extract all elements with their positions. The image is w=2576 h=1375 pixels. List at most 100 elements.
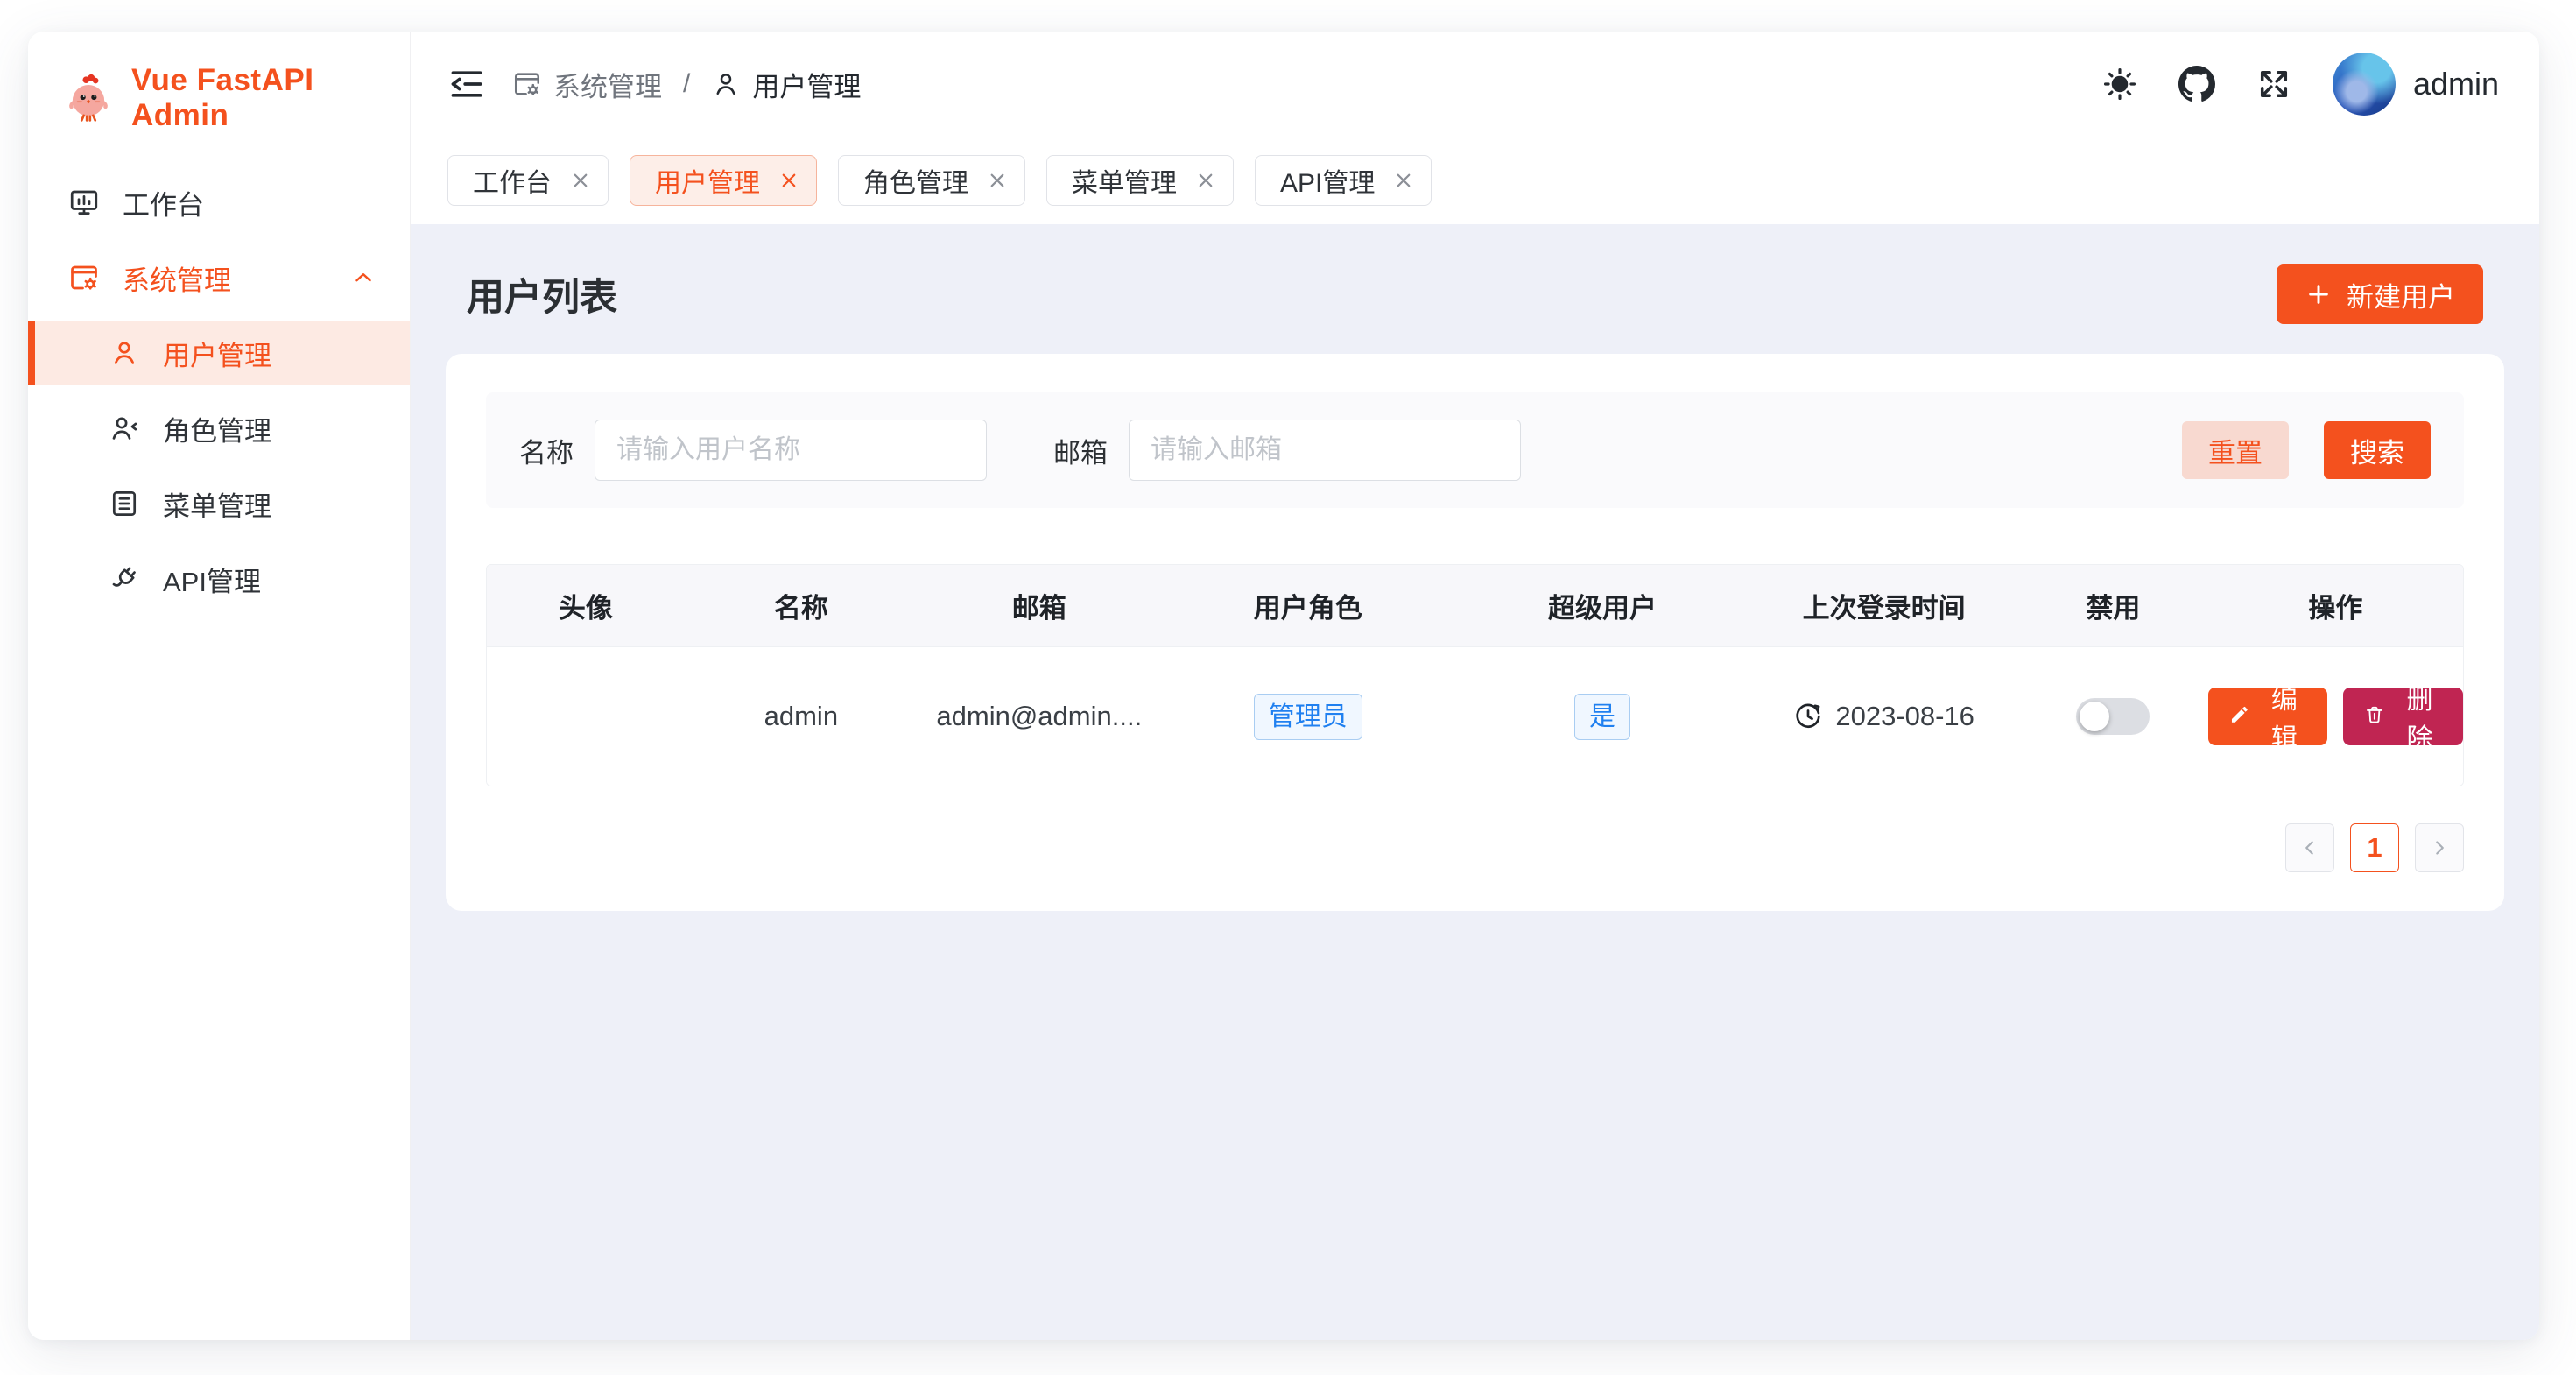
- search-panel: 名称 邮箱 重置 搜索: [486, 392, 2464, 508]
- pagination: 1: [486, 823, 2464, 872]
- avatar: [2333, 53, 2396, 116]
- search-button[interactable]: 搜索: [2324, 421, 2431, 479]
- disabled-toggle[interactable]: [2076, 698, 2150, 735]
- close-icon[interactable]: [984, 167, 1010, 194]
- tab-roles[interactable]: 角色管理: [838, 155, 1025, 206]
- cell-disabled: [2018, 698, 2208, 735]
- tab-label: API管理: [1280, 161, 1375, 200]
- sidebar-item-roles[interactable]: 角色管理: [28, 396, 410, 461]
- app-window: Vue FastAPI Admin 工作台: [28, 32, 2539, 1340]
- user-role-icon: [109, 412, 140, 444]
- sidebar-item-label: API管理: [163, 560, 261, 599]
- breadcrumb-users[interactable]: 用户管理: [711, 65, 861, 104]
- app-title: Vue FastAPI Admin: [131, 63, 410, 133]
- breadcrumb-label: 系统管理: [553, 65, 662, 104]
- page-number-current[interactable]: 1: [2350, 823, 2399, 872]
- tab-label: 用户管理: [655, 161, 760, 200]
- collapse-sidebar-icon[interactable]: [447, 65, 486, 103]
- col-role: 用户角色: [1161, 586, 1455, 625]
- table-row: admin admin@admin.... 管理员 是: [487, 647, 2463, 786]
- last-login-value: 2023-08-16: [1835, 701, 1974, 732]
- main-area: 系统管理 / 用户管理: [411, 32, 2539, 1340]
- tab-users[interactable]: 用户管理: [630, 155, 817, 206]
- name-field-group: 名称: [519, 420, 987, 481]
- window-gear-icon: [68, 262, 100, 293]
- tab-workbench[interactable]: 工作台: [447, 155, 609, 206]
- email-input[interactable]: [1129, 420, 1521, 481]
- sidebar-menu: 工作台 系统管理: [28, 165, 410, 617]
- edit-label: 编辑: [2263, 678, 2307, 755]
- next-page-button[interactable]: [2415, 823, 2464, 872]
- col-disabled: 禁用: [2018, 586, 2208, 625]
- cell-actions: 编辑: [2208, 688, 2463, 745]
- reset-button[interactable]: 重置: [2182, 421, 2289, 479]
- name-label: 名称: [519, 431, 574, 470]
- sidebar-item-label: 角色管理: [163, 409, 271, 448]
- username: admin: [2413, 66, 2499, 102]
- plus-icon: [2305, 280, 2333, 308]
- col-avatar: 头像: [487, 586, 685, 625]
- theme-sun-icon[interactable]: [2101, 66, 2138, 102]
- tab-bar: 工作台 用户管理 角色管理 菜单管理: [411, 137, 2539, 224]
- sidebar-item-label: 工作台: [123, 183, 204, 222]
- content-card: 名称 邮箱 重置 搜索 头像 名称: [446, 354, 2504, 911]
- col-superuser: 超级用户: [1455, 586, 1749, 625]
- trash-icon: [2364, 704, 2385, 729]
- col-email: 邮箱: [918, 586, 1161, 625]
- close-icon[interactable]: [1193, 167, 1219, 194]
- sidebar-item-workbench[interactable]: 工作台: [28, 170, 410, 235]
- sidebar-item-system[interactable]: 系统管理: [28, 245, 410, 310]
- delete-button[interactable]: 删除: [2343, 688, 2463, 745]
- cell-name: admin: [685, 701, 918, 732]
- users-table: 头像 名称 邮箱 用户角色 超级用户 上次登录时间 禁用 操作 admin ad…: [486, 564, 2464, 786]
- breadcrumb-system[interactable]: 系统管理: [512, 65, 662, 104]
- chick-logo-icon: [63, 73, 114, 123]
- tab-label: 角色管理: [863, 161, 968, 200]
- sidebar: Vue FastAPI Admin 工作台: [28, 32, 411, 1340]
- col-last-login: 上次登录时间: [1749, 586, 2018, 625]
- chevron-up-icon: [350, 264, 377, 291]
- page-title: 用户列表: [467, 267, 617, 321]
- search-actions: 重置 搜索: [2182, 421, 2431, 479]
- user-menu[interactable]: admin: [2333, 53, 2499, 116]
- sidebar-item-label: 菜单管理: [163, 484, 271, 524]
- superuser-badge: 是: [1574, 694, 1630, 740]
- cell-last-login: 2023-08-16: [1749, 701, 2018, 732]
- cell-superuser: 是: [1455, 694, 1749, 740]
- tab-menus[interactable]: 菜单管理: [1046, 155, 1234, 206]
- tab-label: 工作台: [473, 161, 552, 200]
- email-field-group: 邮箱: [1053, 420, 1521, 481]
- title-row: 用户列表 新建用户: [446, 250, 2504, 354]
- window-gear-icon: [512, 69, 542, 99]
- role-badge: 管理员: [1254, 694, 1362, 740]
- sidebar-item-users[interactable]: 用户管理: [28, 321, 410, 385]
- sidebar-item-api[interactable]: API管理: [28, 546, 410, 611]
- add-user-button[interactable]: 新建用户: [2277, 264, 2483, 324]
- add-user-label: 新建用户: [2347, 275, 2455, 314]
- name-input[interactable]: [595, 420, 987, 481]
- header-actions: admin: [2101, 53, 2499, 116]
- app-logo: Vue FastAPI Admin: [28, 32, 410, 165]
- col-name: 名称: [685, 586, 918, 625]
- top-header: 系统管理 / 用户管理: [411, 32, 2539, 137]
- fullscreen-icon[interactable]: [2256, 66, 2292, 102]
- sidebar-item-menus[interactable]: 菜单管理: [28, 471, 410, 536]
- col-actions: 操作: [2208, 586, 2463, 625]
- close-icon[interactable]: [776, 167, 802, 194]
- user-icon: [711, 69, 741, 99]
- menu-list-icon: [109, 488, 140, 519]
- table-header: 头像 名称 邮箱 用户角色 超级用户 上次登录时间 禁用 操作: [487, 565, 2463, 647]
- delete-label: 删除: [2397, 678, 2442, 755]
- edit-button[interactable]: 编辑: [2208, 688, 2328, 745]
- pencil-icon: [2229, 704, 2250, 729]
- close-icon[interactable]: [567, 167, 594, 194]
- tab-api[interactable]: API管理: [1255, 155, 1432, 206]
- clock-history-icon: [1793, 702, 1823, 731]
- sidebar-item-label: 用户管理: [163, 334, 271, 373]
- github-icon[interactable]: [2178, 66, 2215, 102]
- breadcrumb-label: 用户管理: [752, 65, 861, 104]
- breadcrumb: 系统管理 / 用户管理: [512, 65, 861, 104]
- close-icon[interactable]: [1390, 167, 1417, 194]
- prev-page-button[interactable]: [2285, 823, 2334, 872]
- sidebar-item-label: 系统管理: [123, 258, 231, 298]
